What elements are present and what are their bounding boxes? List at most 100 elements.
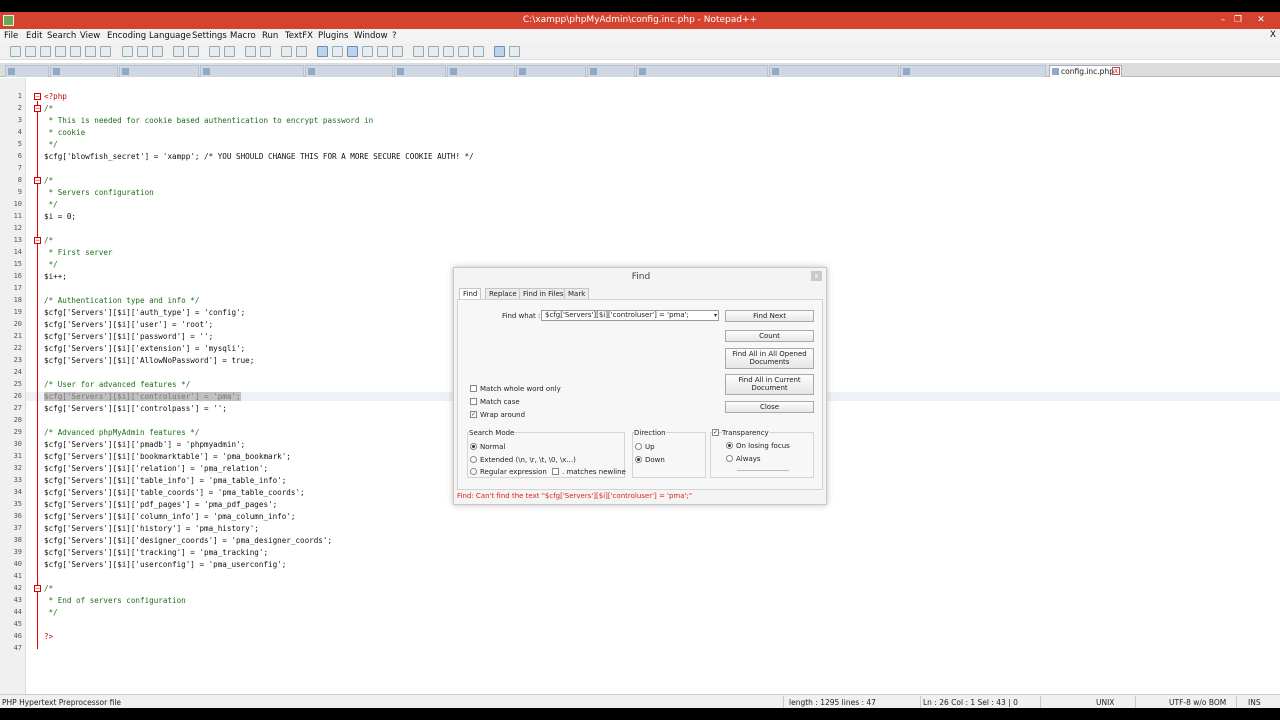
zoom-out-icon[interactable] [260,46,271,57]
on-losing-focus-radio[interactable] [726,442,733,449]
menu-run[interactable]: Run [262,31,278,41]
new-file-icon[interactable] [10,46,21,57]
find-next-button[interactable]: Find Next [725,310,814,322]
menu-window[interactable]: Window [354,31,388,41]
transparency-slider[interactable] [737,470,789,471]
record-macro-icon[interactable] [413,46,424,57]
save-macro-icon[interactable] [473,46,484,57]
undo-icon[interactable] [173,46,184,57]
find-icon[interactable] [209,46,220,57]
fold-toggle-icon[interactable]: − [34,93,41,100]
direction-down-radio[interactable] [635,456,642,463]
dialog-title: Find [631,272,651,282]
menu-macro[interactable]: Macro [230,31,256,41]
paste-icon[interactable] [152,46,163,57]
search-mode-normal-radio[interactable] [470,443,477,450]
indent-guide-icon[interactable] [347,46,358,57]
menu-file[interactable]: File [4,31,18,41]
plugin-icon[interactable] [509,46,520,57]
direction-up-radio[interactable] [635,443,642,450]
window-title: C:\xampp\phpMyAdmin\config.inc.php - Not… [522,15,758,25]
wrap-around-checkbox[interactable]: ✓ [470,411,477,418]
zoom-in-icon[interactable] [245,46,256,57]
document-tab[interactable] [5,65,49,77]
chevron-down-icon[interactable]: ▾ [714,311,717,320]
menu-plugins[interactable]: Plugins [318,31,348,41]
document-tab[interactable] [769,65,899,77]
fold-toggle-icon[interactable]: − [34,585,41,592]
code-line: $cfg['Servers'][$i]['table_info'] = 'pma… [44,476,287,485]
code-line: $cfg['Servers'][$i]['tracking'] = 'pma_t… [44,548,269,557]
document-tab[interactable] [516,65,586,77]
redo-icon[interactable] [188,46,199,57]
line-number: 5 [17,140,22,148]
insert-mode: INS [1248,698,1261,707]
copy-icon[interactable] [137,46,148,57]
code-line: $cfg['Servers'][$i]['userconfig'] = 'pma… [44,560,287,569]
open-file-icon[interactable] [25,46,36,57]
document-tab[interactable] [200,65,304,77]
search-mode-normal-label: Normal [480,443,506,451]
maximize-button[interactable]: ❐ [1231,14,1245,26]
document-tab-bar: config.inc.php x [0,63,1280,77]
close-dialog-button[interactable]: Close [725,401,814,413]
document-tab[interactable] [50,65,118,77]
document-tab[interactable] [587,65,635,77]
print-icon[interactable] [100,46,111,57]
sync-horizontal-icon[interactable] [296,46,307,57]
minimize-button[interactable]: – [1216,14,1230,26]
find-what-input[interactable]: $cfg['Servers'][$i]['controluser'] = 'pm… [541,310,719,321]
matches-newline-checkbox[interactable] [552,468,559,475]
count-button[interactable]: Count [725,330,814,342]
fold-toggle-icon[interactable]: − [34,105,41,112]
sync-vertical-icon[interactable] [281,46,292,57]
tab-close-icon[interactable]: x [1112,67,1120,75]
file-icon [772,68,779,75]
document-tab[interactable] [447,65,515,77]
close-file-icon[interactable] [70,46,81,57]
folder-workspace-icon[interactable] [392,46,403,57]
menu-language[interactable]: Language [149,31,191,41]
save-icon[interactable] [40,46,51,57]
fold-toggle-icon[interactable]: − [34,237,41,244]
document-tab[interactable] [305,65,393,77]
function-list-icon[interactable] [377,46,388,57]
menu-encoding[interactable]: Encoding [107,31,146,41]
close-document-icon[interactable]: X [1270,30,1276,40]
document-map-icon[interactable] [362,46,373,57]
document-tab[interactable] [119,65,199,77]
cut-icon[interactable] [122,46,133,57]
close-all-icon[interactable] [85,46,96,57]
document-tab[interactable] [394,65,446,77]
word-wrap-icon[interactable] [317,46,328,57]
menu-textfx[interactable]: TextFX [285,31,313,41]
always-radio[interactable] [726,455,733,462]
menu-view[interactable]: View [80,31,100,41]
document-tab[interactable] [636,65,768,77]
stop-macro-icon[interactable] [428,46,439,57]
close-button[interactable]: ✕ [1254,14,1268,26]
replace-icon[interactable] [224,46,235,57]
find-all-current-button[interactable]: Find All in Current Document [725,374,814,395]
length-lines: length : 1295 lines : 47 [789,698,876,707]
document-tab-active[interactable]: config.inc.php x [1049,65,1122,77]
menu-edit[interactable]: Edit [26,31,42,41]
match-case-checkbox[interactable] [470,398,477,405]
find-all-opened-button[interactable]: Find All in All Opened Documents [725,348,814,369]
menu-help[interactable]: ? [392,31,397,41]
fold-line [37,593,38,613]
search-mode-regex-radio[interactable] [470,468,477,475]
search-mode-extended-radio[interactable] [470,456,477,463]
show-all-chars-icon[interactable] [332,46,343,57]
transparency-checkbox[interactable]: ✓ [712,429,719,436]
dialog-close-button[interactable]: x [811,271,822,281]
play-macro-icon[interactable] [443,46,454,57]
run-macro-multiple-icon[interactable] [458,46,469,57]
fold-toggle-icon[interactable]: − [34,177,41,184]
save-all-icon[interactable] [55,46,66,57]
menu-settings[interactable]: Settings [192,31,227,41]
spell-check-icon[interactable] [494,46,505,57]
menu-search[interactable]: Search [47,31,76,41]
match-whole-word-checkbox[interactable] [470,385,477,392]
document-tab[interactable] [900,65,1046,77]
